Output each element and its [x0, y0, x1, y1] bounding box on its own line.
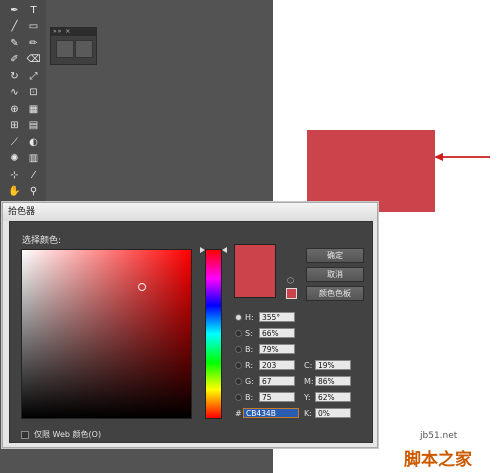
- rotate-icon[interactable]: ↻: [8, 70, 21, 83]
- color-swatches-button[interactable]: 颜色色板: [306, 286, 364, 301]
- slice-icon[interactable]: ⁄: [27, 169, 40, 182]
- field-row-r: R: 203: [235, 359, 295, 371]
- pencil-icon[interactable]: ✏: [27, 37, 40, 50]
- panel-swatch-icon[interactable]: [56, 40, 74, 58]
- label-m: M:: [304, 376, 314, 386]
- mesh-icon[interactable]: ⊞: [8, 120, 21, 133]
- tools-panel: ✒ T ╱ ▭ ✎ ✏ ✐ ⌫ ↻ ⤢ ∿ ⊡ ⊕ ▦ ⊞ ▤ ⟋ ◐ ✺ ▥ ⊹ ⁄ ✋ ⚲: [0, 0, 46, 210]
- field-row-b: B: 79%: [235, 343, 295, 355]
- scale-icon[interactable]: ⤢: [27, 70, 40, 83]
- free-transform-icon[interactable]: ⊡: [27, 87, 40, 100]
- column-graph-icon[interactable]: ▥: [27, 153, 40, 166]
- red-rectangle-shape[interactable]: [307, 130, 435, 212]
- warp-icon[interactable]: ∿: [8, 87, 21, 100]
- label-y: Y:: [304, 392, 311, 402]
- line-icon[interactable]: ╱: [8, 21, 21, 34]
- field-row-c: C: 19%: [304, 359, 351, 371]
- web-only-label: 仅限 Web 颜色(O): [34, 430, 102, 439]
- web-color-cube-icon[interactable]: ⬡: [287, 277, 294, 285]
- radio-h[interactable]: [235, 313, 242, 321]
- eyedropper-icon[interactable]: ⟋: [8, 136, 21, 149]
- radio-r[interactable]: [235, 361, 242, 369]
- radio-s[interactable]: [235, 329, 242, 337]
- label-b: B:: [245, 344, 254, 354]
- zoom-icon[interactable]: ⚲: [27, 186, 40, 199]
- select-color-label: 选择颜色:: [22, 236, 62, 246]
- web-only-option[interactable]: 仅限 Web 颜色(O): [21, 429, 101, 440]
- label-g: G:: [245, 376, 254, 386]
- color-preview: [234, 244, 276, 298]
- field-row-y: Y: 62%: [304, 391, 351, 403]
- red-arrow-annotation: [434, 153, 490, 161]
- label-k: K:: [304, 408, 312, 418]
- symbol-sprayer-icon[interactable]: ✺: [8, 153, 21, 166]
- type-icon[interactable]: T: [27, 4, 40, 17]
- input-m[interactable]: 86%: [315, 376, 351, 386]
- hue-slider-right-arrow[interactable]: [222, 247, 227, 253]
- input-c[interactable]: 19%: [315, 360, 351, 370]
- input-h[interactable]: 355°: [259, 312, 295, 322]
- input-k[interactable]: 0%: [315, 408, 351, 418]
- label-s: S:: [245, 328, 253, 338]
- web-only-checkbox[interactable]: [21, 430, 29, 439]
- out-of-gamut-swatch[interactable]: [286, 288, 297, 299]
- blend-icon[interactable]: ◐: [27, 136, 40, 149]
- watermark: jb51.net 脚本之家: [390, 421, 500, 473]
- gradient-icon[interactable]: ▤: [27, 120, 40, 133]
- perspective-grid-icon[interactable]: ▦: [27, 103, 40, 116]
- input-b[interactable]: 79%: [259, 344, 295, 354]
- color-marker[interactable]: [138, 283, 146, 291]
- arrow-head: [434, 153, 443, 161]
- floating-mini-panel: »» ×: [50, 27, 97, 65]
- field-row-k: K: 0%: [304, 407, 351, 419]
- watermark-name: 脚本之家: [404, 450, 472, 470]
- mini-panel-header[interactable]: »» ×: [51, 28, 96, 36]
- label-h: H:: [245, 312, 254, 322]
- input-s[interactable]: 66%: [259, 328, 295, 338]
- paintbrush-icon[interactable]: ✎: [8, 37, 21, 50]
- label-r: R:: [245, 360, 254, 370]
- field-row-m: M: 86%: [304, 375, 351, 387]
- input-r[interactable]: 203: [259, 360, 295, 370]
- field-row-blue: B: 75: [235, 391, 295, 403]
- input-hex[interactable]: CB434B: [243, 408, 299, 418]
- ok-button[interactable]: 确定: [306, 248, 364, 263]
- radio-b[interactable]: [235, 345, 242, 353]
- hue-slider[interactable]: [205, 249, 222, 419]
- rectangle-icon[interactable]: ▭: [27, 21, 40, 34]
- input-y[interactable]: 62%: [315, 392, 351, 402]
- radio-blue[interactable]: [235, 393, 242, 401]
- color-picker-dialog: 拾色器 选择颜色: ⬡ 确定 取消 颜色色板 H: 355° S: 66% B:…: [2, 202, 378, 448]
- blob-brush-icon[interactable]: ✐: [8, 54, 21, 67]
- dialog-body: 选择颜色: ⬡ 确定 取消 颜色色板 H: 355° S: 66% B: 79%: [9, 221, 373, 443]
- field-row-h: H: 355°: [235, 311, 295, 323]
- panel-menu-icon[interactable]: [75, 40, 93, 58]
- field-row-hex: # CB434B: [235, 407, 299, 419]
- input-blue[interactable]: 75: [259, 392, 295, 402]
- pen-icon[interactable]: ✒: [8, 4, 21, 17]
- saturation-brightness-field[interactable]: [21, 249, 192, 419]
- radio-g[interactable]: [235, 377, 242, 385]
- eraser-icon[interactable]: ⌫: [26, 54, 40, 67]
- label-blue: B:: [245, 392, 254, 402]
- label-hex: #: [235, 408, 242, 418]
- label-c: C:: [304, 360, 313, 370]
- shape-builder-icon[interactable]: ⊕: [8, 103, 21, 116]
- field-row-s: S: 66%: [235, 327, 295, 339]
- dialog-title[interactable]: 拾色器: [3, 203, 377, 221]
- artboard-icon[interactable]: ⊹: [8, 169, 21, 182]
- input-g[interactable]: 67: [259, 376, 295, 386]
- field-row-g: G: 67: [235, 375, 295, 387]
- hand-icon[interactable]: ✋: [8, 186, 21, 199]
- cancel-button[interactable]: 取消: [306, 267, 364, 282]
- watermark-site: jb51.net: [420, 431, 458, 441]
